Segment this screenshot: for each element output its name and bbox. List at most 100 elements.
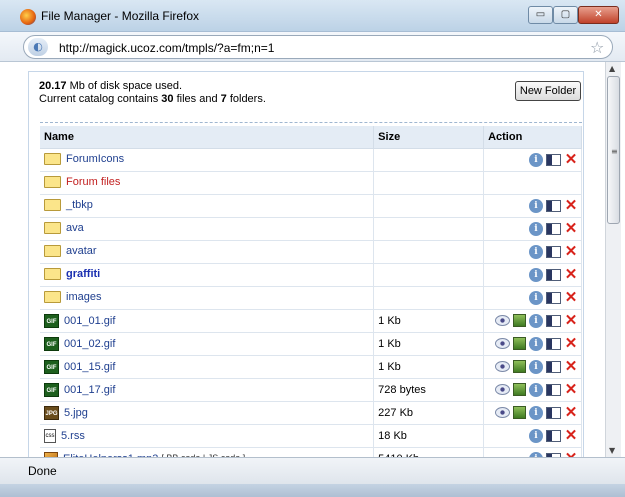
view-icon[interactable] <box>495 338 510 349</box>
rename-icon[interactable] <box>546 337 561 350</box>
table-row[interactable]: GIF 001_17.gif 728 bytes i ✕ <box>40 378 582 402</box>
close-button[interactable]: ✕ <box>578 6 619 24</box>
file-name-link[interactable]: images <box>66 291 101 303</box>
thumbnail-icon[interactable] <box>513 360 526 373</box>
rename-icon[interactable] <box>546 360 561 373</box>
info-icon[interactable]: i <box>529 405 543 420</box>
files-count: 30 <box>161 93 174 105</box>
rss-file-icon: css <box>44 428 56 443</box>
view-icon[interactable] <box>495 407 510 418</box>
info-icon[interactable]: i <box>529 152 543 167</box>
delete-icon[interactable]: ✕ <box>564 290 578 305</box>
info-icon[interactable]: i <box>529 244 543 259</box>
view-icon[interactable] <box>495 384 510 395</box>
delete-icon[interactable]: ✕ <box>564 405 578 420</box>
table-row[interactable]: Forum files <box>40 171 582 195</box>
cell-size: 1 Kb <box>373 355 485 379</box>
file-name-link[interactable]: 001_17.gif <box>64 383 115 395</box>
header-size[interactable]: Size <box>373 126 485 149</box>
delete-icon[interactable]: ✕ <box>564 221 578 236</box>
file-name-link[interactable]: avatar <box>66 245 97 257</box>
rename-icon[interactable] <box>546 153 561 166</box>
delete-icon[interactable]: ✕ <box>564 359 578 374</box>
new-folder-button[interactable]: New Folder <box>515 81 581 101</box>
rename-icon[interactable] <box>546 406 561 419</box>
info-icon[interactable]: i <box>529 198 543 213</box>
minimize-button[interactable]: ▭ <box>528 6 553 24</box>
scroll-down-icon[interactable]: ▼ <box>609 446 615 455</box>
delete-icon[interactable]: ✕ <box>564 198 578 213</box>
rename-icon[interactable] <box>546 222 561 235</box>
file-name-link[interactable]: 001_15.gif <box>64 360 115 372</box>
rename-icon[interactable] <box>546 383 561 396</box>
file-name-link[interactable]: Forum files <box>66 176 120 188</box>
table-row[interactable]: graffiti i ✕ <box>40 263 582 287</box>
files-mid: files and <box>173 93 221 105</box>
site-identity-icon[interactable]: ◐ <box>28 38 48 56</box>
file-name-link[interactable]: graffiti <box>66 268 100 280</box>
cell-actions: i✕ <box>483 194 582 218</box>
table-row[interactable]: css 5.rss 18 Kb i ✕ <box>40 424 582 448</box>
file-name-link[interactable]: 5.jpg <box>64 406 88 418</box>
cell-size: 5410 Kb <box>373 447 485 457</box>
cell-actions: i✕ <box>483 240 582 264</box>
table-row[interactable]: ava i ✕ <box>40 217 582 241</box>
table-row[interactable]: GIF 001_01.gif 1 Kb i ✕ <box>40 309 582 333</box>
delete-icon[interactable]: ✕ <box>564 336 578 351</box>
table-row[interactable]: GIF 001_02.gif 1 Kb i ✕ <box>40 332 582 356</box>
info-icon[interactable]: i <box>529 221 543 236</box>
thumbnail-icon[interactable] <box>513 337 526 350</box>
view-icon[interactable] <box>495 315 510 326</box>
cell-size <box>373 286 485 310</box>
file-table: Name Size Action ForumIcons i ✕ Forum files… <box>40 126 582 457</box>
maximize-button[interactable]: ▢ <box>553 6 578 24</box>
info-icon[interactable]: i <box>529 382 543 397</box>
url-input[interactable]: ◐ http://magick.ucoz.com/tmpls/?a=fm;n=1… <box>23 35 613 59</box>
status-text: Done <box>28 464 57 478</box>
rename-icon[interactable] <box>546 291 561 304</box>
delete-icon[interactable]: ✕ <box>564 382 578 397</box>
rename-icon[interactable] <box>546 268 561 281</box>
table-row[interactable]: avatar i ✕ <box>40 240 582 264</box>
thumbnail-icon[interactable] <box>513 314 526 327</box>
table-row[interactable]: ForumIcons i ✕ <box>40 148 582 172</box>
table-row[interactable]: EliteHelperss1.mp3[ BB code | JS code ]5… <box>40 447 582 457</box>
view-icon[interactable] <box>495 361 510 372</box>
table-row[interactable]: GIF 001_15.gif 1 Kb i ✕ <box>40 355 582 379</box>
file-name-link[interactable]: 001_02.gif <box>64 337 115 349</box>
info-icon[interactable]: i <box>529 313 543 328</box>
scroll-up-icon[interactable]: ▲ <box>609 64 615 73</box>
info-icon[interactable]: i <box>529 267 543 282</box>
header-name[interactable]: Name <box>40 126 375 149</box>
rename-icon[interactable] <box>546 314 561 327</box>
delete-icon[interactable]: ✕ <box>564 313 578 328</box>
folder-file-icon <box>44 244 61 257</box>
rename-icon[interactable] <box>546 199 561 212</box>
file-name-link[interactable]: 5.rss <box>61 429 85 441</box>
info-icon[interactable]: i <box>529 359 543 374</box>
browser-window: File Manager - Mozilla Firefox ▭ ▢ ✕ ◐ h… <box>0 0 625 497</box>
bookmark-star-icon[interactable]: ☆ <box>590 38 604 57</box>
info-icon[interactable]: i <box>529 428 543 443</box>
vertical-scrollbar[interactable]: ▲ ≡ ▼ <box>605 62 621 457</box>
file-name-link[interactable]: ava <box>66 222 84 234</box>
table-row[interactable]: images i ✕ <box>40 286 582 310</box>
delete-icon[interactable]: ✕ <box>564 267 578 282</box>
thumbnail-icon[interactable] <box>513 406 526 419</box>
thumbnail-icon[interactable] <box>513 383 526 396</box>
table-row[interactable]: JPG 5.jpg 227 Kb i ✕ <box>40 401 582 425</box>
delete-icon[interactable]: ✕ <box>564 428 578 443</box>
file-name-link[interactable]: 001_01.gif <box>64 314 115 326</box>
info-icon[interactable]: i <box>529 336 543 351</box>
delete-icon[interactable]: ✕ <box>564 244 578 259</box>
used-suffix: Mb of disk space used. <box>66 80 183 92</box>
table-row[interactable]: _tbkp i ✕ <box>40 194 582 218</box>
file-name-link[interactable]: _tbkp <box>66 199 93 211</box>
rename-icon[interactable] <box>546 429 561 442</box>
info-icon[interactable]: i <box>529 290 543 305</box>
file-name-link[interactable]: ForumIcons <box>66 153 124 165</box>
scroll-thumb[interactable]: ≡ <box>607 76 620 224</box>
folder-file-icon <box>44 198 61 211</box>
rename-icon[interactable] <box>546 245 561 258</box>
delete-icon[interactable]: ✕ <box>564 152 578 167</box>
